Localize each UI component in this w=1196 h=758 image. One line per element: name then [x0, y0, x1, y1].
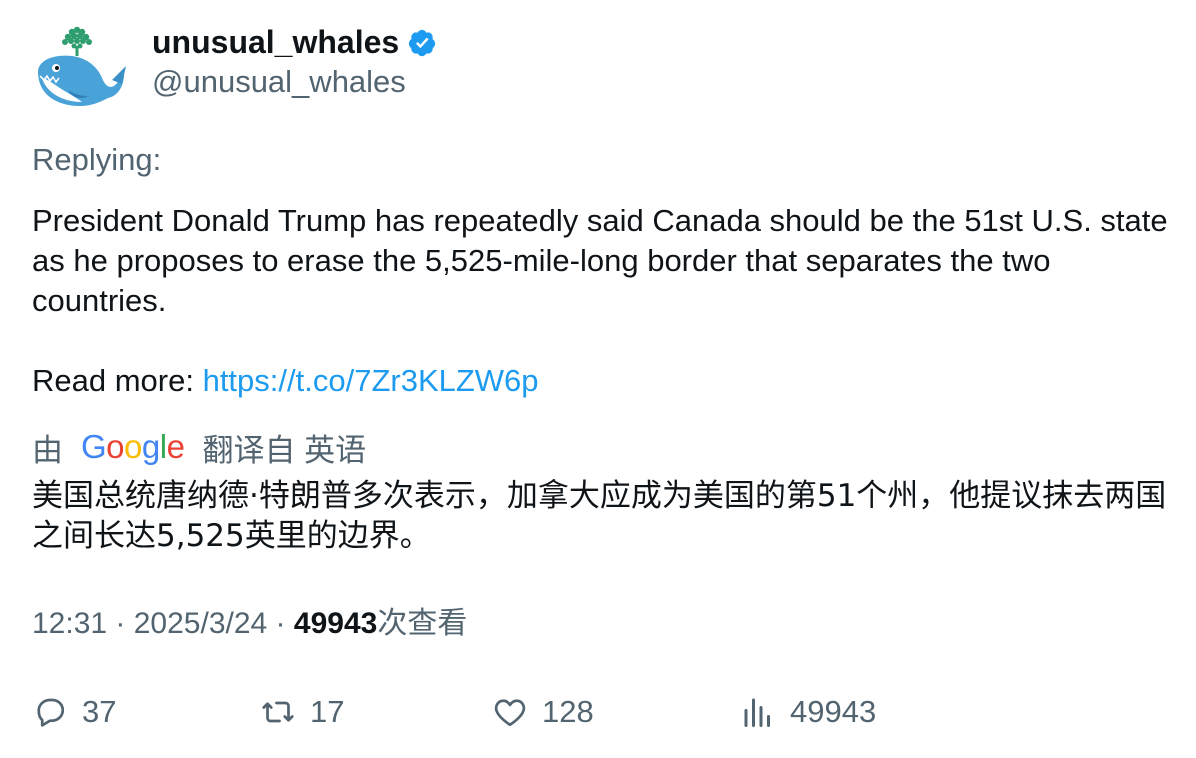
google-letter: e — [166, 428, 185, 465]
retweet-button[interactable]: 17 — [260, 690, 344, 734]
like-button[interactable]: 128 — [492, 690, 594, 734]
author-name[interactable]: unusual_whales — [152, 22, 437, 62]
retweet-icon — [262, 701, 294, 723]
tweet-time[interactable]: 12:31 — [32, 607, 107, 640]
retweet-count: 17 — [310, 694, 345, 729]
tweet-card: unusual_whales @unusual_whales Replying:… — [0, 0, 1196, 758]
tweet-text: President Donald Trump has repeatedly sa… — [32, 203, 1168, 318]
views-button[interactable]: 49943 — [740, 690, 876, 734]
whale-logo-icon[interactable] — [32, 26, 126, 112]
meta-separator: · — [107, 607, 134, 640]
google-letter: g — [141, 428, 160, 465]
google-logo-icon: Google — [81, 428, 185, 466]
action-bar: 37 17 128 49943 — [32, 690, 1172, 734]
translated-text: 美国总统唐纳德·特朗普多次表示，加拿大应成为美国的第51个州，他提议抹去两国之间… — [32, 478, 1167, 554]
translation-prefix: 由 — [32, 432, 63, 468]
reply-icon — [37, 698, 65, 727]
read-more-line: Read more: https://t.co/7Zr3KLZW6p — [32, 361, 539, 401]
google-letter: l — [159, 428, 167, 465]
heart-icon — [494, 699, 526, 727]
replying-label: Replying: — [32, 142, 162, 177]
google-letter: o — [106, 428, 125, 465]
google-letter: o — [124, 428, 142, 465]
translation-suffix: 翻译自 英语 — [202, 432, 367, 468]
meta-separator: · — [267, 607, 294, 640]
tweet-link[interactable]: https://t.co/7Zr3KLZW6p — [203, 363, 539, 398]
reply-button[interactable]: 37 — [32, 690, 116, 734]
views-count: 49943 — [293, 607, 378, 640]
views-count-action: 49943 — [790, 694, 877, 729]
google-letter: G — [81, 428, 107, 465]
verified-badge-icon — [407, 27, 437, 57]
tweet-meta: 12:31 · 2025/3/24 · 49943次查看 — [32, 604, 467, 644]
author-name-text[interactable]: unusual_whales — [152, 22, 399, 62]
views-label: 次查看 — [377, 607, 468, 640]
analytics-icon — [744, 698, 770, 727]
like-count: 128 — [542, 694, 594, 729]
read-more-label: Read more: — [32, 363, 203, 398]
reply-count: 37 — [82, 694, 117, 729]
translation-attribution[interactable]: 由 Google 翻译自 英语 — [32, 427, 367, 468]
author-handle[interactable]: @unusual_whales — [152, 62, 406, 102]
tweet-date[interactable]: 2025/3/24 — [134, 607, 267, 640]
